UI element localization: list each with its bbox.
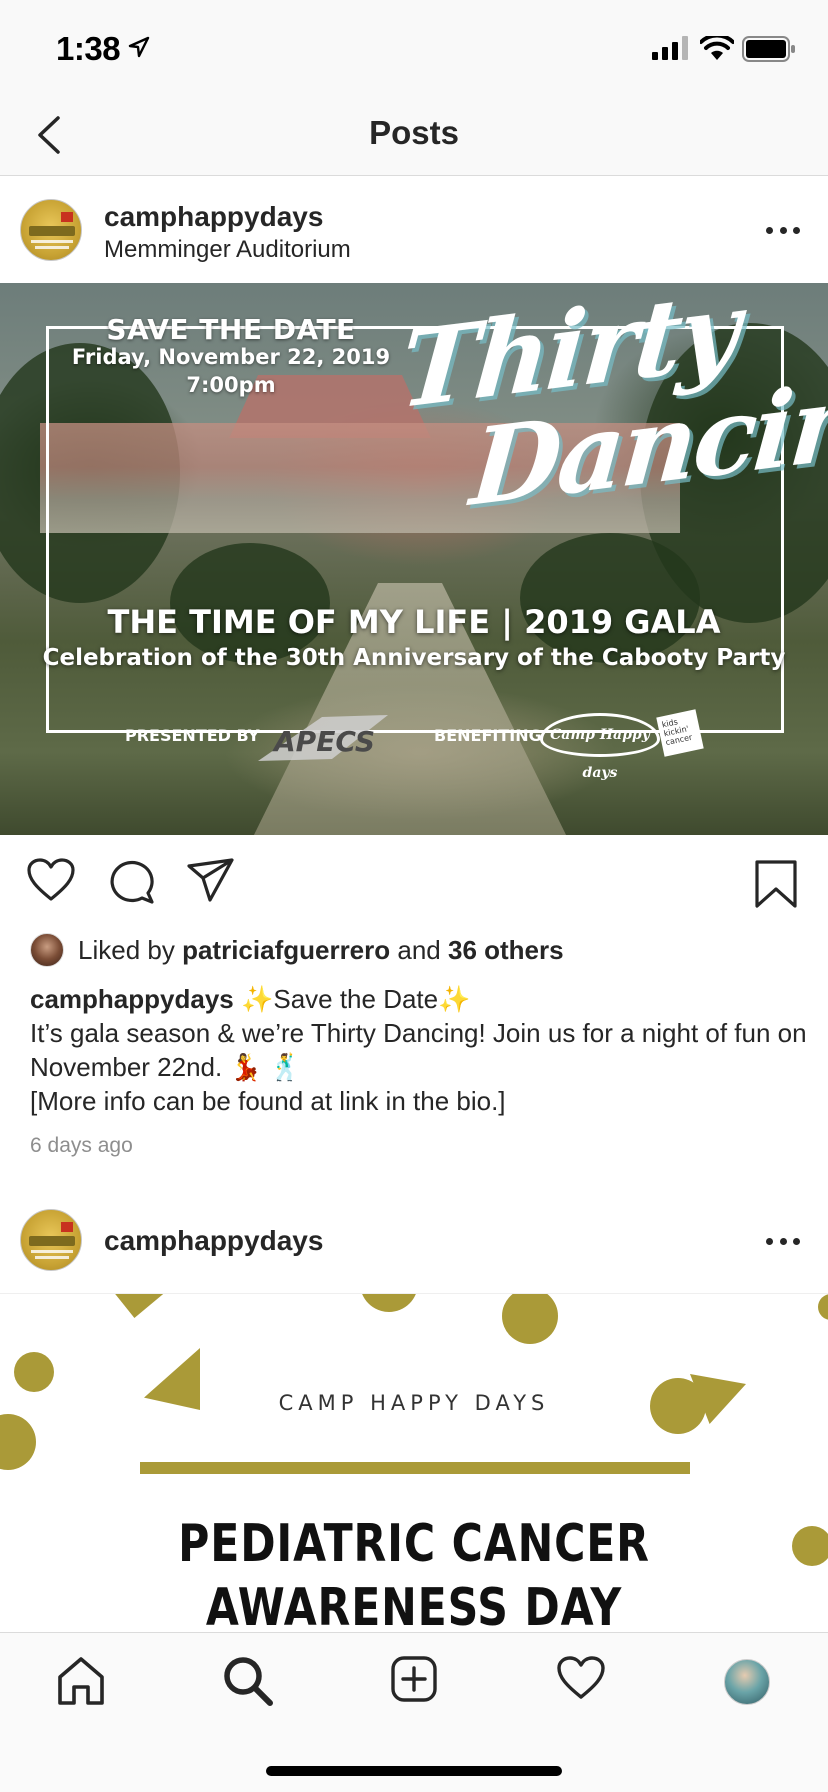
apecs-logo: APECS: [258, 715, 388, 761]
comment-icon[interactable]: [108, 857, 156, 905]
liked-by-user[interactable]: patriciafguerrero: [182, 935, 390, 965]
headline-line1: PEDIATRIC CANCER: [178, 1514, 650, 1574]
avatar[interactable]: [20, 199, 82, 261]
post-image-2[interactable]: CAMP HAPPY DAYS PEDIATRIC CANCER AWARENE…: [0, 1293, 828, 1632]
activity-heart-icon[interactable]: [556, 1655, 606, 1701]
save-the-date-text: SAVE THE DATE: [106, 313, 356, 346]
likes-row[interactable]: Liked by patriciafguerrero and 36 others: [30, 930, 564, 970]
caption-username[interactable]: camphappydays: [30, 984, 234, 1014]
caption-line-3: [More info can be found at link in the b…: [30, 1086, 506, 1116]
post-image[interactable]: SAVE THE DATE Friday, November 22, 2019 …: [0, 283, 828, 835]
liked-by-prefix: Liked by: [78, 934, 183, 965]
liked-by-others[interactable]: 36 others: [448, 935, 564, 965]
event-date-text: Friday, November 22, 2019: [71, 345, 391, 369]
presented-by-text: PRESENTED BY: [125, 726, 260, 745]
post-caption: camphappydays ✨Save the Date✨ It’s gala …: [30, 982, 810, 1118]
search-icon[interactable]: [222, 1655, 274, 1707]
post-header-2: camphappydays: [0, 1187, 828, 1293]
post-header: camphappydays Memminger Auditorium: [0, 177, 828, 283]
kids-kickin-cancer-logo: kids kickin' cancer: [656, 709, 704, 757]
nav-bar: Posts: [0, 96, 828, 176]
liker-avatar: [30, 933, 64, 967]
profile-avatar[interactable]: [724, 1659, 770, 1705]
wifi-icon: [700, 36, 734, 60]
divider: [140, 1462, 690, 1474]
home-icon[interactable]: [56, 1655, 106, 1707]
post-location[interactable]: Memminger Auditorium: [104, 236, 351, 264]
avatar[interactable]: [20, 1209, 82, 1271]
post-timestamp[interactable]: 6 days ago: [30, 1134, 133, 1158]
location-arrow-icon: [128, 36, 150, 58]
caption-line-2: It’s gala season & we’re Thirty Dancing!…: [30, 1018, 807, 1082]
post-username[interactable]: camphappydays: [104, 1225, 323, 1257]
more-icon[interactable]: [766, 1238, 800, 1248]
more-icon[interactable]: [766, 227, 800, 237]
add-post-icon[interactable]: [390, 1655, 438, 1703]
post-actions: [0, 835, 828, 935]
status-bar: 1:38: [0, 0, 828, 96]
signal-icon: [652, 36, 688, 60]
page-title: Posts: [369, 114, 459, 151]
headline-line2: AWARENESS DAY: [205, 1578, 623, 1632]
celebration-line-text: Celebration of the 30th Anniversary of t…: [42, 645, 786, 671]
event-time-text: 7:00pm: [186, 373, 276, 397]
svg-text:APECS: APECS: [272, 725, 375, 758]
heart-icon[interactable]: [26, 857, 76, 903]
likes-text[interactable]: Liked by patriciafguerrero and 36 others: [78, 935, 564, 966]
caption-line-1: ✨Save the Date✨: [233, 984, 471, 1014]
home-indicator[interactable]: [266, 1766, 562, 1776]
camp-happy-days-logo: Camp Happy days: [540, 713, 660, 781]
share-icon[interactable]: [186, 857, 236, 903]
bookmark-icon[interactable]: [754, 859, 798, 909]
benefiting-text: BENEFITING: [434, 726, 542, 745]
post-username[interactable]: camphappydays: [104, 201, 323, 233]
battery-icon: [742, 36, 795, 62]
brand-text: CAMP HAPPY DAYS: [278, 1391, 550, 1415]
gala-line-text: THE TIME OF MY LIFE | 2019 GALA: [107, 603, 721, 641]
liked-by-and: and: [390, 934, 448, 965]
status-time: 1:38: [56, 30, 121, 67]
